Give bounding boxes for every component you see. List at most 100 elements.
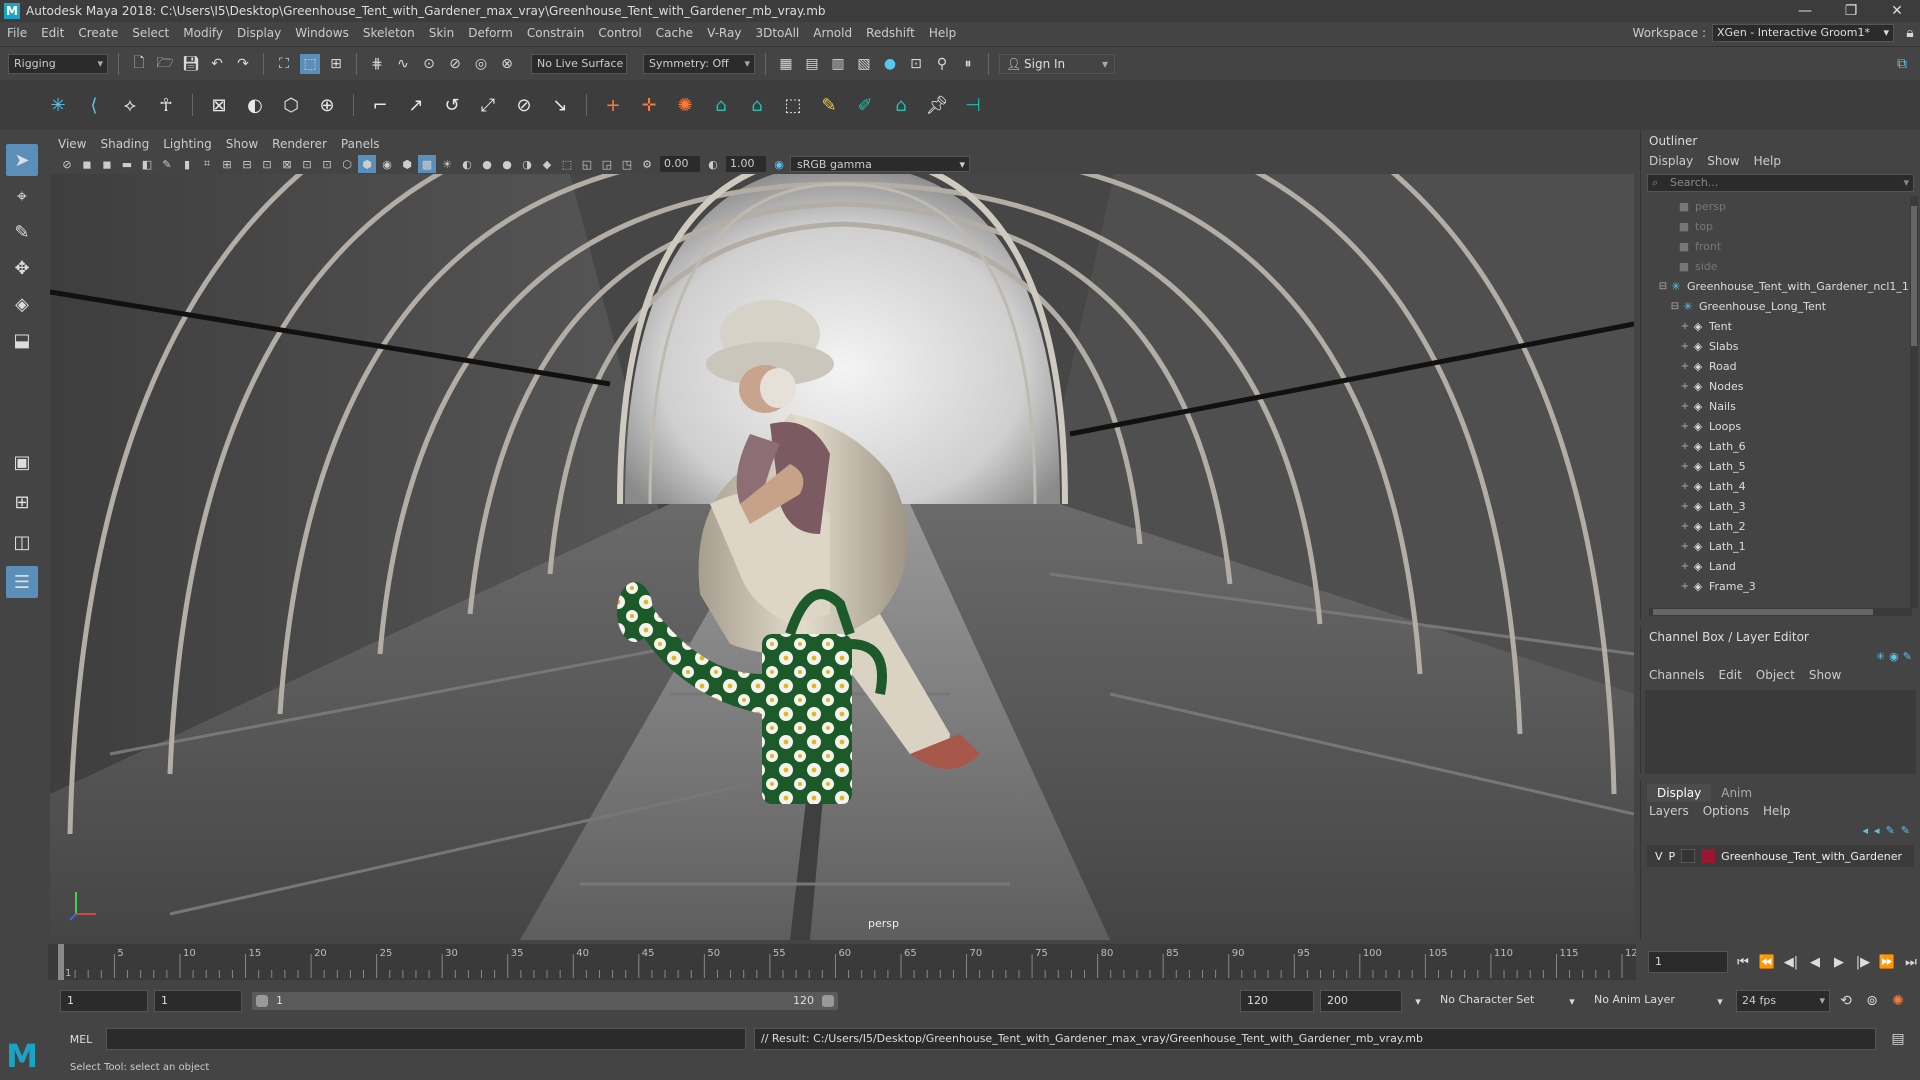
tab-display[interactable]: Display	[1647, 784, 1712, 802]
attribute-editor-icon[interactable]: ◉	[1889, 650, 1899, 663]
menu-skin[interactable]: Skin	[422, 26, 462, 40]
aim-constraint-icon[interactable]: ↗	[402, 91, 430, 119]
cluster-icon[interactable]: ⊕	[313, 91, 341, 119]
playback-start-field[interactable]: 1	[154, 990, 242, 1012]
outliner-item-land[interactable]: + ◈ Land	[1641, 556, 1920, 576]
expand-icon[interactable]: +	[1679, 561, 1691, 572]
current-frame-field[interactable]: 1	[1648, 951, 1728, 973]
collapse-icon[interactable]: ⊟	[1657, 281, 1669, 292]
character-set-select[interactable]: No Character Set	[1434, 990, 1556, 1012]
motion-blur-icon[interactable]: ●	[498, 155, 516, 173]
paint-weights-icon[interactable]: ◐	[241, 91, 269, 119]
menu-help[interactable]: Help	[922, 26, 963, 40]
expand-icon[interactable]: +	[1679, 581, 1691, 592]
menu-skeleton[interactable]: Skeleton	[356, 26, 422, 40]
sign-in-button[interactable]: 👤︎ Sign In ▾	[999, 53, 1115, 74]
channelbox-menu-edit[interactable]: Edit	[1719, 668, 1742, 682]
outliner-item-persp[interactable]: ■ persp	[1641, 196, 1920, 216]
use-all-lights-icon[interactable]: ☀	[438, 155, 456, 173]
default-material-icon[interactable]: ◉	[378, 155, 396, 173]
symmetry-select[interactable]: Symmetry: Off ▾	[643, 53, 755, 74]
snap-view-icon[interactable]: ⊘	[445, 54, 465, 74]
ik-handle-icon[interactable]: ⟨	[80, 91, 108, 119]
range-handle-left[interactable]	[256, 995, 268, 1007]
single-view-icon[interactable]: ▣	[6, 446, 38, 478]
save-scene-icon[interactable]: 💾︎	[181, 54, 201, 74]
move-pivot-icon[interactable]: ⊣	[959, 91, 987, 119]
range-slider[interactable]: 1 120	[252, 992, 838, 1010]
new-layer-selected-icon[interactable]: ✎	[1901, 824, 1910, 837]
gamma-field[interactable]: 1.00	[726, 156, 766, 172]
wire-deformer-icon[interactable]: ⌂	[743, 91, 771, 119]
exposure-icon[interactable]: ⚙	[638, 155, 656, 173]
point-constraint-icon[interactable]: ⌐	[366, 91, 394, 119]
channelbox-menu-show[interactable]: Show	[1809, 668, 1841, 682]
deformer-icon[interactable]: ⌂	[707, 91, 735, 119]
bind-skin-icon[interactable]: ⊠	[205, 91, 233, 119]
snap-point-icon[interactable]: ⊙	[419, 54, 439, 74]
expand-icon[interactable]: +	[1679, 441, 1691, 452]
render-sequence-icon[interactable]: ▤	[802, 54, 822, 74]
new-layer-icon[interactable]: ✎	[1886, 824, 1895, 837]
outliner-item-root[interactable]: ⊟ ✳ Greenhouse_Tent_with_Gardener_ncl1_1	[1641, 276, 1920, 296]
vray-frame-buffer-icon[interactable]: ⚲	[932, 54, 952, 74]
field-chart-icon[interactable]: ⊠	[278, 155, 296, 173]
menu-3dtoall[interactable]: 3DtoAll	[748, 26, 806, 40]
humanik-icon[interactable]: ☥	[152, 91, 180, 119]
render-settings-icon[interactable]: ▧	[854, 54, 874, 74]
textured-icon[interactable]: ▩	[418, 155, 436, 173]
film-gate-icon[interactable]: ⊞	[218, 155, 236, 173]
layer-menu-help[interactable]: Help	[1763, 804, 1790, 818]
outliner-search-input[interactable]: ⌕ Search... ▾	[1647, 174, 1914, 192]
go-to-start-icon[interactable]: ⏮	[1734, 955, 1752, 970]
ik-spline-icon[interactable]: ⟡	[116, 91, 144, 119]
scene-start-field[interactable]: 1	[60, 990, 148, 1012]
outliner-item-loops[interactable]: + ◈ Loops	[1641, 416, 1920, 436]
live-surface-field[interactable]: No Live Surface	[531, 53, 627, 74]
play-backwards-icon[interactable]: ◀	[1806, 955, 1824, 970]
brush-icon[interactable]: ✐	[851, 91, 879, 119]
viewport-persp[interactable]: persp	[50, 174, 1634, 940]
outliner-scrollbar[interactable]	[1910, 196, 1918, 608]
hik-skeleton-icon[interactable]: ✺	[671, 91, 699, 119]
expand-icon[interactable]: +	[1679, 541, 1691, 552]
expand-icon[interactable]: +	[1679, 401, 1691, 412]
snap-live-icon[interactable]: ⊗	[497, 54, 517, 74]
fps-select[interactable]: 24 fps ▾	[1736, 990, 1830, 1012]
locator-alt-icon[interactable]: ✛	[635, 91, 663, 119]
four-view-icon[interactable]: ⊞	[6, 486, 38, 518]
snap-grid-icon[interactable]: ⋕	[367, 54, 387, 74]
lattice-icon[interactable]: ⬡	[277, 91, 305, 119]
layer-visibility-toggle[interactable]: V	[1655, 850, 1663, 863]
tab-anim[interactable]: Anim	[1711, 784, 1762, 802]
menu-edit[interactable]: Edit	[34, 26, 71, 40]
time-slider[interactable]: 1 5 10 15 20 25 30 35 40 45 50 55 60 65 70 75 80 85 90 95 10…	[48, 944, 1644, 980]
move-tool-icon[interactable]: ✥	[6, 252, 38, 284]
range-handle-right[interactable]	[822, 995, 834, 1007]
step-forward-frame-icon[interactable]: |▶	[1854, 955, 1872, 970]
expand-icon[interactable]: +	[1679, 421, 1691, 432]
expand-icon[interactable]: +	[1679, 361, 1691, 372]
chevron-down-icon[interactable]: ▾	[1562, 991, 1582, 1011]
lasso-tool-icon[interactable]: ⌖	[6, 180, 38, 212]
viewport-menu-panels[interactable]: Panels	[341, 137, 380, 151]
xray-components-icon[interactable]: ◳	[618, 155, 636, 173]
outliner-item-lath-2[interactable]: + ◈ Lath_2	[1641, 516, 1920, 536]
outliner-layout-icon[interactable]: ☰	[6, 566, 38, 598]
play-forwards-icon[interactable]: ▶	[1830, 955, 1848, 970]
screen-space-ao-icon[interactable]: ●	[478, 155, 496, 173]
wireframe-icon[interactable]: ⬡	[338, 155, 356, 173]
resolution-gate-icon[interactable]: ⊟	[238, 155, 256, 173]
2d-pan-zoom-icon[interactable]: ◧	[138, 155, 156, 173]
outliner-item-road[interactable]: + ◈ Road	[1641, 356, 1920, 376]
viewport-menu-renderer[interactable]: Renderer	[272, 137, 327, 151]
locator-icon[interactable]: +	[599, 91, 627, 119]
bookmark-alt-icon[interactable]: ▮	[178, 155, 196, 173]
expand-icon[interactable]: +	[1679, 461, 1691, 472]
menu-display[interactable]: Display	[230, 26, 288, 40]
bookmark-icon[interactable]: ◼	[98, 155, 116, 173]
channelbox-menu-object[interactable]: Object	[1756, 668, 1795, 682]
new-scene-icon[interactable]: 🗋︎	[129, 54, 149, 74]
outliner-item-group[interactable]: ⊟ ✳ Greenhouse_Long_Tent	[1641, 296, 1920, 316]
menu-vray[interactable]: V-Ray	[700, 26, 748, 40]
